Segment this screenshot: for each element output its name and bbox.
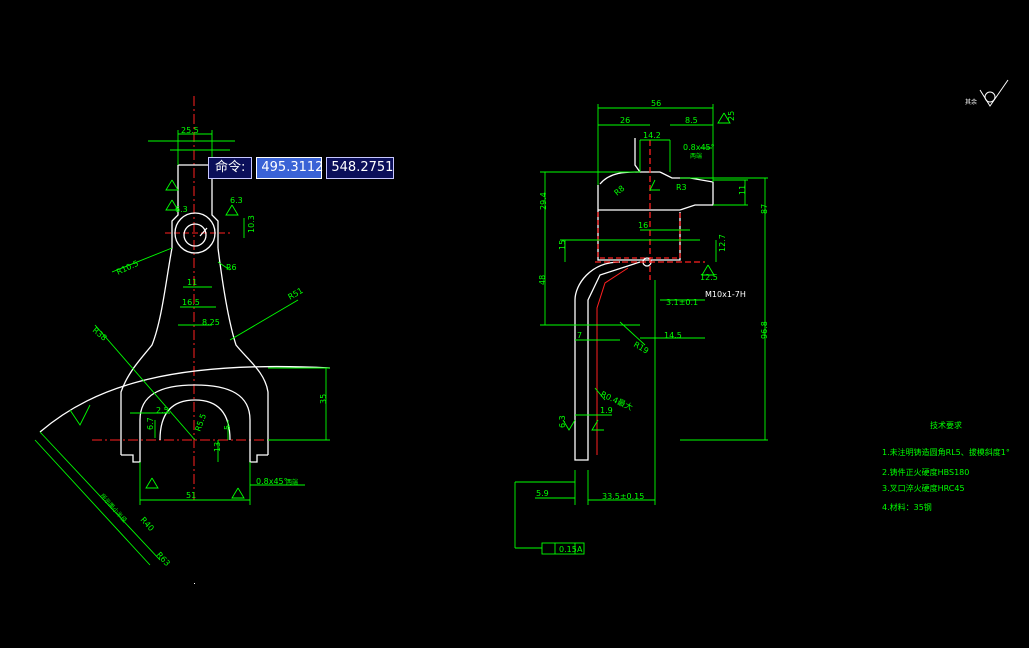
dim-text-48: 48 bbox=[538, 275, 547, 285]
dim-text-r19: R19 bbox=[632, 340, 650, 356]
dim-text-r3: R3 bbox=[676, 183, 687, 192]
dim-text-r40: R40 bbox=[139, 515, 156, 533]
right-view-texts: 56 25 26 8.5 14.2 0.8x45° 两端 R3 R8 11 87… bbox=[536, 99, 769, 554]
dim-text-08note: 两端 bbox=[690, 152, 702, 160]
dim-text-top: 25.5 bbox=[181, 126, 199, 135]
leg-hidden bbox=[596, 267, 629, 455]
dim-text-25r: 25 bbox=[727, 111, 736, 121]
dim-text-63r: 6.3 bbox=[558, 415, 567, 428]
tol-frame-value: 0.15 bbox=[559, 545, 577, 554]
dim-text-m10: M10x1-7H bbox=[705, 290, 746, 299]
head-left bbox=[634, 138, 660, 173]
tech-item-3: 3.叉口淬火硬度HRC45 bbox=[882, 483, 965, 493]
dim-text-51: 51 bbox=[186, 491, 196, 500]
fork-big-arc bbox=[39, 365, 331, 433]
tech-title: 技术要求 bbox=[930, 420, 962, 430]
dim-text-note: 所示面小半径 bbox=[99, 492, 129, 524]
cursor-dot bbox=[194, 583, 195, 584]
dim-text-r38: R38 bbox=[91, 326, 109, 343]
dim-text-15: 15 bbox=[558, 240, 567, 250]
leg-outline bbox=[574, 261, 641, 461]
dim-text-103: 10.3 bbox=[247, 215, 256, 233]
head-arc bbox=[599, 171, 641, 185]
dim-text-19: 1.9 bbox=[600, 406, 613, 415]
fork-inner-arc bbox=[159, 399, 231, 441]
dim-text-85: 8.5 bbox=[685, 116, 698, 125]
dim-text-r8: R8 bbox=[613, 184, 627, 198]
dim-text-chamfer-note: 两端 bbox=[286, 478, 298, 486]
dim-text-16: 16 bbox=[638, 221, 648, 230]
tech-item-2: 2.铸件正火硬度HBS180 bbox=[882, 467, 969, 477]
dim-text-56: 56 bbox=[651, 99, 661, 108]
dim-text-08x45: 0.8x45° bbox=[683, 143, 715, 152]
dim-text-r63b: R63 bbox=[155, 550, 172, 568]
dim-text-11: 11 bbox=[187, 278, 197, 287]
x-coordinate-input[interactable]: 495.3112 bbox=[256, 157, 323, 179]
dim-text-155: R5.5 bbox=[193, 412, 208, 432]
dim-text-r51: R51 bbox=[287, 286, 305, 302]
dim-text-r63: R6 bbox=[226, 263, 237, 272]
dim-text-5: 5 bbox=[223, 425, 232, 430]
dim-text-968: 96.8 bbox=[760, 321, 769, 339]
dim-text-127: 12.7 bbox=[718, 234, 727, 252]
dim-text-825: 8.25 bbox=[202, 318, 220, 327]
dim-text-59: 5.9 bbox=[536, 489, 549, 498]
left-view-texts: 25.5 6.3 6.3 10.3 R10.5 R6 R51 R38 11 16… bbox=[91, 126, 328, 568]
fork-right-outline bbox=[217, 247, 269, 455]
dim-text-r105: R10.5 bbox=[115, 259, 140, 277]
dim-text-13: 13 bbox=[213, 442, 222, 452]
dim-text-chamfer: 0.8x45° bbox=[256, 477, 288, 486]
roughness-symbol bbox=[979, 79, 1009, 107]
dim-text-87: 87 bbox=[760, 204, 769, 214]
hub-inner-circle bbox=[183, 223, 207, 247]
dim-text-26: 26 bbox=[620, 116, 630, 125]
tech-item-4: 4.材料：35钢 bbox=[882, 502, 932, 512]
command-input-overlay[interactable]: 命令: 495.3112 548.2751 bbox=[208, 157, 395, 179]
dim-text-7: 7 bbox=[577, 331, 582, 340]
dim-text-125: 12.5 bbox=[700, 273, 718, 282]
dim-text-63b: 6.3 bbox=[230, 196, 243, 205]
dim-text-35: 35 bbox=[319, 394, 328, 404]
command-label: 命令: bbox=[208, 157, 253, 179]
y-coordinate-input[interactable]: 548.2751 bbox=[326, 157, 395, 179]
left-view-dimensions bbox=[34, 130, 330, 566]
dim-text-67: 6.7 bbox=[146, 417, 155, 430]
dim-text-335: 33.5±0.15 bbox=[602, 492, 644, 501]
dim-text-294: 29.4 bbox=[539, 192, 548, 210]
roughness-note: 其余 bbox=[965, 98, 977, 106]
dim-text-11r: 11 bbox=[738, 185, 747, 195]
tech-item-1: 1.未注明铸造圆角RL5、拔模斜度1° bbox=[882, 447, 1010, 457]
tech-requirements: 技术要求 1.未注明铸造圆角RL5、拔模斜度1° 2.铸件正火硬度HBS180 … bbox=[882, 420, 1010, 512]
dim-text-145: 14.5 bbox=[664, 331, 682, 340]
leader-r51 bbox=[229, 299, 299, 341]
dim-text-165: 16.5 bbox=[182, 298, 200, 307]
dim-text-63a: 6.3 bbox=[175, 205, 188, 214]
cad-drawing-canvas[interactable]: 25.5 6.3 6.3 10.3 R10.5 R6 R51 R38 11 16… bbox=[0, 0, 1029, 648]
leader-r38 bbox=[94, 324, 196, 441]
hub-hidden bbox=[597, 212, 681, 259]
dim-text-25: 2.5 bbox=[156, 406, 169, 415]
dim-text-142: 14.2 bbox=[643, 131, 661, 140]
tol-frame-datum: A bbox=[577, 545, 583, 554]
dim-text-31: 3.1±0.1 bbox=[666, 298, 698, 307]
